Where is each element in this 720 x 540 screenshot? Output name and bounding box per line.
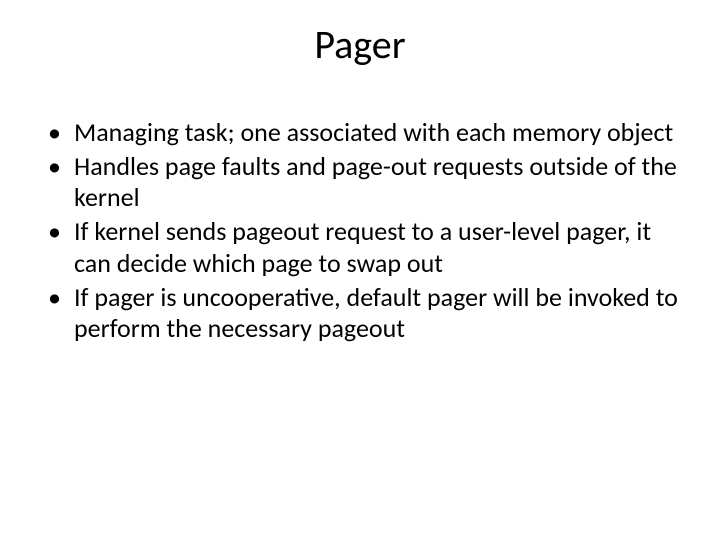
list-item: Handles page faults and page-out request… — [48, 151, 680, 214]
page-title: Pager — [40, 20, 680, 69]
list-item: If pager is uncooperative, default pager… — [48, 282, 680, 345]
slide: Pager Managing task; one associated with… — [0, 0, 720, 540]
list-item: If kernel sends pageout request to a use… — [48, 216, 680, 279]
bullet-list: Managing task; one associated with each … — [40, 117, 680, 345]
list-item: Managing task; one associated with each … — [48, 117, 680, 149]
